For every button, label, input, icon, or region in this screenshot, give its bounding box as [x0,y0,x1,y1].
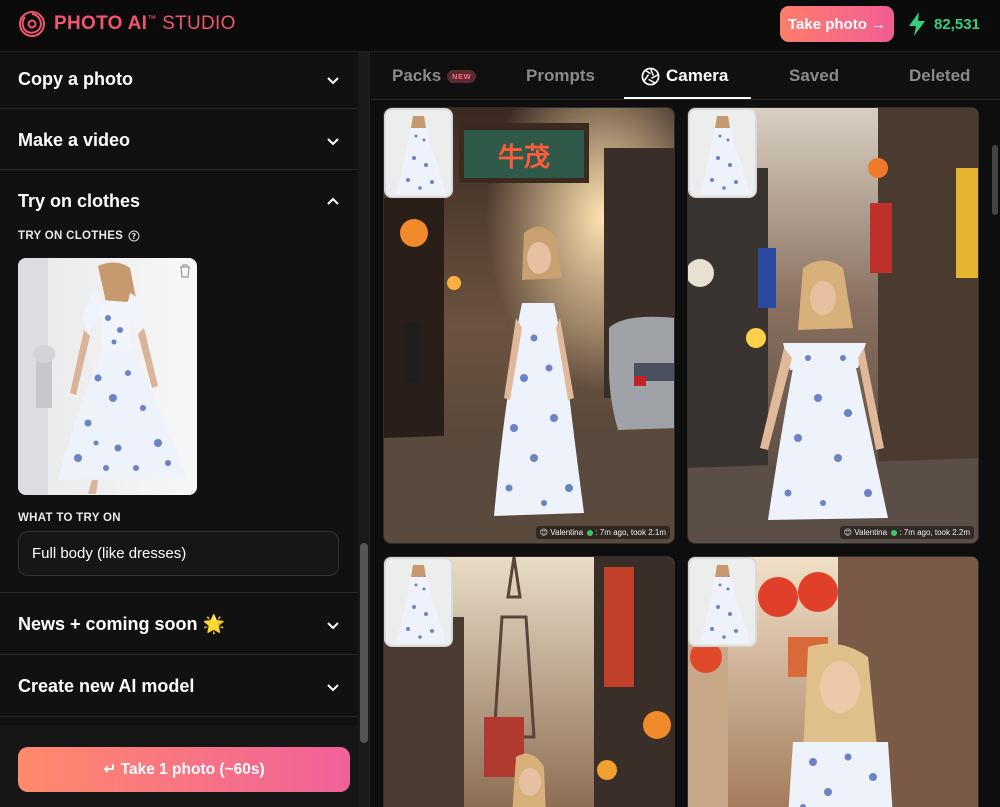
section-title: Make a video [18,130,131,150]
section-title[interactable]: Try on clothes [18,191,140,212]
trash-icon[interactable] [179,264,191,278]
chevron-down-icon [327,622,339,630]
generated-photo[interactable]: 😊 Valentina : 7m ago, took 2.2m [687,107,979,544]
take-1-photo-button[interactable]: ↵ Take 1 photo (~60s) [18,747,350,792]
photo-caption: 😊 Valentina : 7m ago, took 2.1m [535,526,670,539]
aperture-icon [641,67,660,85]
try-on-clothes-label: TRY ON CLOTHES ? [18,230,140,242]
sidebar-scrollbar-thumb[interactable] [360,543,368,743]
photo-caption: 😊 Valentina : 7m ago, took 2.2m [839,526,974,539]
help-icon[interactable]: ? [128,230,140,242]
section-title: News + coming soon 🌟 [18,614,225,634]
dress-thumbnail [690,110,755,196]
brand-logo[interactable]: PHOTO AI™ STUDIO [18,10,236,38]
active-tab-indicator [624,97,751,99]
dress-thumbnail [386,110,451,196]
tab-prompts[interactable]: Prompts [526,66,595,86]
reference-thumbnail[interactable] [384,108,453,198]
brand-name: PHOTO AI™ STUDIO [54,13,236,34]
what-to-try-on-select[interactable]: Full body (like dresses) [18,531,339,576]
section-title: Copy a photo [18,69,133,89]
new-badge: NEW [447,69,477,83]
section-news[interactable]: News + coming soon 🌟 [0,592,358,655]
section-copy-a-photo[interactable]: Copy a photo [0,52,358,109]
generated-photo[interactable] [383,556,675,807]
gallery-scrollbar-thumb[interactable] [992,145,998,215]
credits-value: 82,531 [934,15,980,33]
dress-thumbnail [386,559,451,645]
chevron-down-icon [327,684,339,692]
take-photo-button[interactable]: Take photo → [780,6,894,42]
tab-camera[interactable]: Camera [641,66,728,86]
section-create-new-ai-model[interactable]: Create new AI model [0,655,358,717]
section-title: Create new AI model [18,676,195,696]
reference-thumbnail[interactable] [688,108,757,198]
lightning-icon [909,12,925,36]
tab-packs[interactable]: Packs NEW [392,66,477,86]
dress-thumbnail [690,559,755,645]
sidebar: Copy a photo Make a video Try on clothes… [0,52,358,807]
chevron-down-icon [327,77,339,85]
credits-counter[interactable]: 82,531 [906,11,980,37]
svg-text:?: ? [132,232,137,241]
svg-text:牛茂: 牛茂 [498,143,550,173]
aperture-logo-icon [19,11,45,37]
reference-thumbnail[interactable] [384,557,453,647]
section-make-a-video[interactable]: Make a video [0,109,358,170]
chevron-up-icon[interactable] [326,195,340,209]
clothing-image[interactable] [18,258,197,495]
top-bar: PHOTO AI™ STUDIO Take photo → 82,531 [0,0,1000,52]
generated-photo[interactable]: 牛茂 😊 Valentina : 7m ago, took 2.1m [383,107,675,544]
chevron-down-icon [327,138,339,146]
what-to-try-on-label: WHAT TO TRY ON [18,512,121,524]
reference-thumbnail[interactable] [688,557,757,647]
tab-saved[interactable]: Saved [789,66,839,86]
tab-deleted[interactable]: Deleted [909,66,970,86]
dress-photo [18,258,197,495]
generated-photo[interactable] [687,556,979,807]
